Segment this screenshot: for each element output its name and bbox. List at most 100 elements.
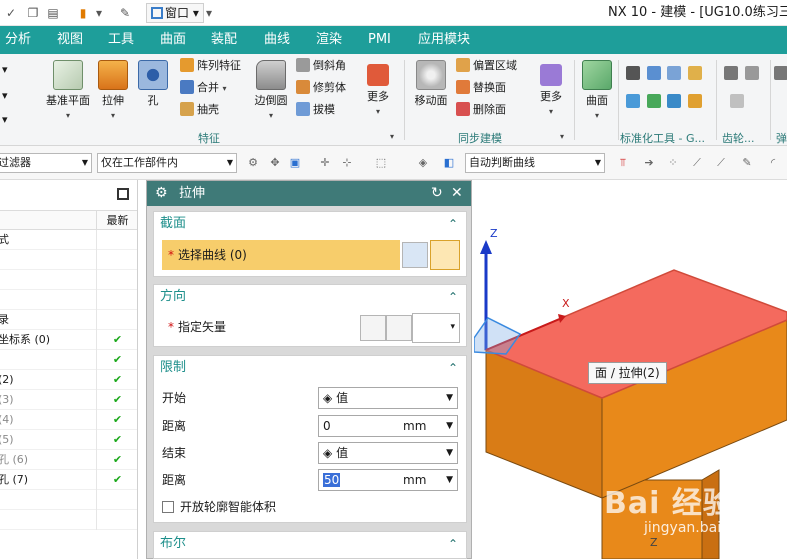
- gravity-icon[interactable]: ⊹: [340, 156, 354, 170]
- arc-icon[interactable]: ◜: [766, 156, 780, 170]
- limits-header[interactable]: 限制 ⌃: [154, 356, 466, 380]
- follow-fillet-icon[interactable]: ➔: [642, 156, 656, 170]
- boolean-header[interactable]: 布尔 ⌃: [154, 532, 466, 556]
- more-sync-button[interactable]: 更多 ▾: [536, 64, 566, 119]
- section-header[interactable]: 截面 ⌃: [154, 212, 466, 236]
- move-face-button[interactable]: 移动面: [412, 60, 450, 108]
- reverse-direction-icon[interactable]: [360, 315, 386, 341]
- collapse-icon[interactable]: ⌃: [448, 532, 458, 556]
- menu-tools[interactable]: 工具: [108, 26, 134, 54]
- navigator-row[interactable]: 式: [0, 230, 137, 250]
- start-distance-input[interactable]: 0 mm ▼: [318, 415, 458, 437]
- navigator-row[interactable]: [0, 510, 137, 530]
- navigator-row[interactable]: (2) ✔: [0, 370, 137, 390]
- window-menu-button[interactable]: 窗口 ▾: [146, 3, 204, 23]
- close-icon[interactable]: ✕: [451, 181, 463, 206]
- extrude-button[interactable]: 拉伸 ▾: [96, 60, 130, 123]
- gear-tool-row-2[interactable]: [730, 94, 747, 110]
- menu-applications[interactable]: 应用模块: [418, 26, 470, 54]
- menu-curve[interactable]: 曲线: [264, 26, 290, 54]
- sketch-section-icon[interactable]: [402, 242, 428, 268]
- collapse-icon[interactable]: ⌃: [448, 356, 458, 380]
- menu-assembly[interactable]: 装配: [211, 26, 237, 54]
- select-dropdown-icon[interactable]: ▣: [288, 156, 302, 170]
- vector-type-dropdown[interactable]: ▾: [412, 313, 460, 343]
- hole-button[interactable]: 孔: [138, 60, 168, 108]
- feature-curves-icon[interactable]: ⁘: [666, 156, 680, 170]
- collapse-icon[interactable]: ⌃: [448, 212, 458, 236]
- navigator-row[interactable]: (5) ✔: [0, 430, 137, 450]
- offset-region-button[interactable]: 偏置区域: [456, 58, 517, 74]
- latest-column-header[interactable]: 最新: [96, 211, 138, 231]
- paste-icon[interactable]: ▤: [46, 6, 60, 20]
- navigator-row[interactable]: 孔 (7) ✔: [0, 470, 137, 490]
- navigator-row[interactable]: [0, 270, 137, 290]
- delete-face-button[interactable]: 删除面: [456, 102, 506, 118]
- snap-point-icon[interactable]: ✛: [318, 156, 332, 170]
- draft-button[interactable]: 拔模: [296, 102, 335, 118]
- more-features-button[interactable]: 更多 ▾: [362, 64, 394, 119]
- pattern-feature-button[interactable]: 阵列特征: [180, 58, 241, 74]
- trim-body-button[interactable]: 修剪体: [296, 80, 346, 96]
- collapse-icon[interactable]: ⌃: [448, 285, 458, 309]
- move-icon[interactable]: ✥: [268, 156, 282, 170]
- select-curve-field[interactable]: * 选择曲线 (0): [162, 240, 400, 270]
- start-type-select[interactable]: ◈ 值 ▼: [318, 387, 458, 409]
- menu-render[interactable]: 渲染: [316, 26, 342, 54]
- replace-face-button[interactable]: 替换面: [456, 80, 506, 96]
- menu-surface[interactable]: 曲面: [160, 26, 186, 54]
- navigator-row[interactable]: ✔: [0, 350, 137, 370]
- navigator-row[interactable]: [0, 490, 137, 510]
- open-profile-checkbox[interactable]: 开放轮廓智能体积: [162, 497, 276, 517]
- end-distance-input[interactable]: 50 mm ▼: [318, 469, 458, 491]
- dropdown-icon[interactable]: ▾: [92, 6, 106, 20]
- spring-tool-row[interactable]: [774, 66, 787, 82]
- curve-icon[interactable]: ⟋: [714, 156, 728, 170]
- chevron-down-icon[interactable]: ▼: [446, 470, 453, 490]
- curve-rule-select[interactable]: 自动判断曲线 ▼: [465, 153, 605, 173]
- chevron-down-icon[interactable]: ▼: [446, 416, 453, 436]
- checkbox-icon[interactable]: [162, 501, 174, 513]
- line-icon[interactable]: ⟋: [690, 156, 704, 170]
- navigator-row[interactable]: 录: [0, 310, 137, 330]
- direction-header[interactable]: 方向 ⌃: [154, 285, 466, 309]
- navigator-row[interactable]: [0, 290, 137, 310]
- navigator-row[interactable]: (4) ✔: [0, 410, 137, 430]
- vector-dialog-icon[interactable]: [386, 315, 412, 341]
- fit-icon[interactable]: ◈: [416, 156, 430, 170]
- stop-at-intersection-icon[interactable]: ⫪: [616, 156, 630, 170]
- gear-tool-row[interactable]: [724, 66, 762, 82]
- edit-icon[interactable]: ✎: [118, 6, 132, 20]
- snap-icon[interactable]: ✓: [4, 6, 18, 20]
- datum-plane-button[interactable]: 基准平面 ▾: [44, 60, 92, 123]
- end-type-select[interactable]: ◈ 值 ▼: [318, 442, 458, 464]
- rectangle-select-icon[interactable]: ⬚: [374, 156, 388, 170]
- copy-icon[interactable]: ❐: [26, 6, 40, 20]
- menu-view[interactable]: 视图: [57, 26, 83, 54]
- std-tool-row-2[interactable]: [626, 94, 705, 110]
- std-tool-row-1[interactable]: [626, 66, 705, 82]
- menu-analysis[interactable]: 分析: [5, 26, 31, 54]
- pencil-icon[interactable]: ✎: [740, 156, 754, 170]
- navigator-row[interactable]: 孔 (6) ✔: [0, 450, 137, 470]
- navigator-row-label: (5): [0, 433, 14, 446]
- select-features-icon[interactable]: ⚙: [246, 156, 260, 170]
- chamfer-button[interactable]: 倒斜角: [296, 58, 346, 74]
- customize-dropdown-icon[interactable]: ▾: [202, 6, 216, 20]
- navigator-row[interactable]: [0, 250, 137, 270]
- curve-section-icon[interactable]: [430, 240, 460, 270]
- edge-blend-button[interactable]: 边倒圆 ▾: [252, 60, 290, 123]
- scope-select[interactable]: 仅在工作部件内 ▼: [97, 153, 237, 173]
- menu-pmi[interactable]: PMI: [368, 26, 391, 54]
- unite-button[interactable]: 合并 ▾: [180, 80, 227, 97]
- navigator-row[interactable]: (3) ✔: [0, 390, 137, 410]
- navigator-row[interactable]: 坐标系 (0) ✔: [0, 330, 137, 350]
- ribbon-icon[interactable]: ▮: [76, 6, 90, 20]
- shell-button[interactable]: 抽壳: [180, 102, 219, 118]
- gear-icon[interactable]: ⚙: [155, 181, 168, 206]
- view-cube-icon[interactable]: ◧: [442, 156, 456, 170]
- maximize-icon[interactable]: [117, 188, 129, 200]
- reset-icon[interactable]: ↻: [431, 181, 443, 206]
- type-filter-select[interactable]: 过滤器 ▼: [0, 153, 92, 173]
- surface-button[interactable]: 曲面 ▾: [580, 60, 614, 123]
